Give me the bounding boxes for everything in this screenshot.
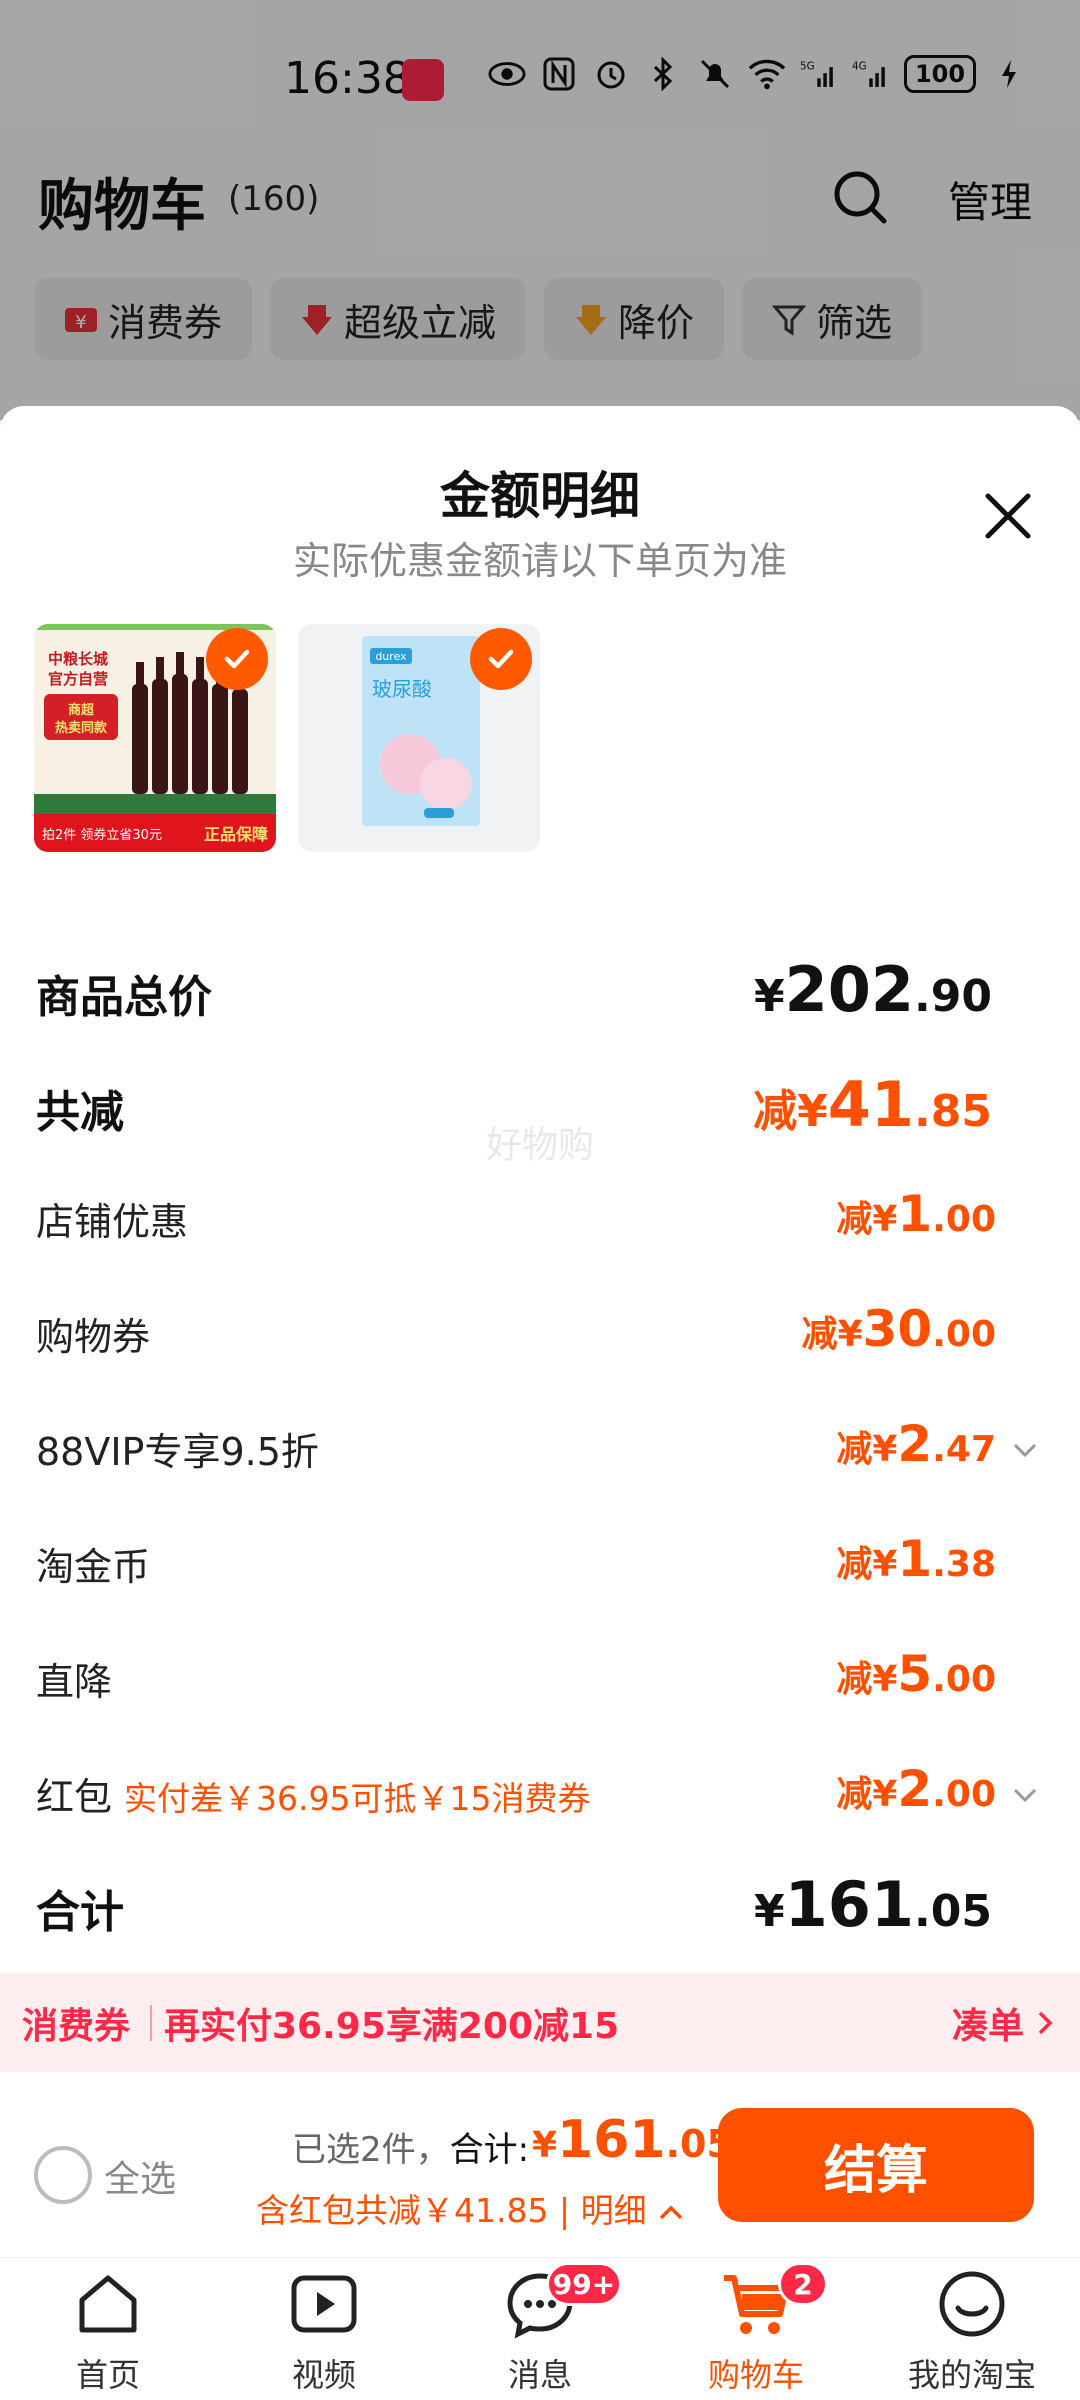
row-value: ¥161.05: [754, 1868, 992, 1941]
promo-tag: 消费券: [22, 2006, 131, 2047]
row-label: 合计: [36, 1887, 124, 1938]
cart-badge: 2: [778, 2262, 828, 2306]
profile-icon: [936, 2268, 1008, 2340]
row-value: 减¥1.38: [836, 1530, 996, 1588]
promo-text: 再实付36.95享满200减15: [164, 2006, 620, 2047]
tab-cart[interactable]: 2 购物车: [648, 2258, 864, 2400]
tab-messages[interactable]: 99+ 消息: [432, 2258, 648, 2400]
svg-text:热卖同款: 热卖同款: [55, 720, 108, 736]
row-store-discount: 店铺优惠 减¥1.00: [0, 1171, 1080, 1281]
row-label: 红包 实付差￥36.95可抵￥15消费券: [36, 1775, 591, 1819]
sheet-subtitle: 实际优惠金额请以下单页为准: [292, 539, 787, 583]
row-vip-discount[interactable]: 88VIP专享9.5折 减¥2.47: [0, 1401, 1080, 1511]
selected-products: 中粮长城 官方自营 商超 热卖同款 拍2件 领券立省30元 正品保障 durex…: [34, 624, 540, 852]
tab-profile[interactable]: 我的淘宝: [864, 2258, 1080, 2400]
video-icon: [288, 2268, 360, 2340]
product-thumbnail-wine[interactable]: 中粮长城 官方自营 商超 热卖同款 拍2件 领券立省30元 正品保障: [34, 624, 276, 852]
checkout-button[interactable]: 结算: [718, 2108, 1034, 2222]
tab-video[interactable]: 视频: [216, 2258, 432, 2400]
tab-label: 购物车: [707, 2356, 804, 2394]
row-label: 直降: [36, 1660, 113, 1704]
home-icon: [72, 2268, 144, 2340]
chevron-down-icon[interactable]: [1010, 1435, 1040, 1465]
modal-overlay[interactable]: [0, 0, 1080, 420]
row-label: 购物券: [36, 1315, 151, 1359]
selected-count: 已选2件，合计:: [292, 2130, 530, 2170]
checkout-bar: 全选 已选2件，合计: ¥161.05 含红包共减￥41.85 | 明细 结算: [0, 2072, 1080, 2257]
bottom-tab-bar: 首页 视频 99+ 消息 2 购物车 我的淘宝: [0, 2257, 1080, 2400]
checkout-total: ¥161.05: [532, 2110, 733, 2170]
row-value: 减¥2.47: [836, 1415, 996, 1473]
row-value: 减¥30.00: [801, 1300, 996, 1358]
row-total-discount: 共减 减¥41.85: [0, 1056, 1080, 1166]
row-shopping-voucher: 购物券 减¥30.00: [0, 1286, 1080, 1396]
cart-page-background: 16:38 5G 4G 100 购物车 (160) 管理 ¥ 消费券 超级立减: [0, 0, 1080, 420]
svg-text:商超: 商超: [68, 702, 95, 718]
checkmark-icon[interactable]: [470, 628, 532, 690]
row-direct-drop: 直降 减¥5.00: [0, 1631, 1080, 1741]
product-thumbnail-durex[interactable]: durex 玻尿酸: [298, 624, 540, 852]
wine-guarantee-text: 正品保障: [204, 825, 268, 844]
row-value: ¥202.90: [754, 953, 992, 1026]
row-label: 店铺优惠: [36, 1200, 189, 1244]
chevron-down-icon[interactable]: [1010, 1780, 1040, 1810]
select-all-radio[interactable]: [34, 2146, 92, 2204]
select-all-label[interactable]: 全选: [104, 2150, 176, 2202]
wine-brand-text: 中粮长城: [48, 650, 108, 668]
row-red-packet[interactable]: 红包 实付差￥36.95可抵￥15消费券 减¥2.00: [0, 1746, 1080, 1856]
durex-product-text: 玻尿酸: [372, 677, 432, 701]
row-value: 减¥41.85: [753, 1068, 992, 1141]
promo-banner[interactable]: 消费券 再实付36.95享满200减15 凑单: [0, 1973, 1080, 2073]
chevron-right-icon[interactable]: [1034, 2009, 1058, 2037]
tab-label: 消息: [507, 2356, 572, 2394]
row-value: 减¥5.00: [836, 1645, 996, 1703]
checkmark-icon[interactable]: [206, 628, 268, 690]
close-icon[interactable]: [978, 486, 1038, 546]
row-label: 淘金币: [36, 1545, 151, 1589]
wine-store-text: 官方自营: [48, 670, 108, 688]
savings-detail-link[interactable]: 含红包共减￥41.85 | 明细: [256, 2184, 685, 2232]
sheet-title: 金额明细: [440, 467, 640, 525]
tab-label: 首页: [75, 2356, 140, 2394]
chevron-up-icon: [659, 2205, 683, 2220]
message-badge: 99+: [546, 2262, 622, 2306]
row-grand-total: 合计 ¥161.05: [0, 1856, 1080, 1966]
red-packet-note: 实付差￥36.95可抵￥15消费券: [124, 1779, 591, 1818]
row-label: 88VIP专享9.5折: [36, 1430, 319, 1474]
tab-label: 视频: [291, 2356, 356, 2394]
divider: [150, 2005, 152, 2041]
tab-label: 我的淘宝: [907, 2356, 1036, 2394]
tab-home[interactable]: 首页: [0, 2258, 216, 2400]
wine-promo-text: 拍2件 领券立省30元: [42, 827, 162, 843]
row-item-total: 商品总价 ¥202.90: [0, 941, 1080, 1051]
durex-brand-text: durex: [375, 650, 407, 663]
row-taojinbi: 淘金币 减¥1.38: [0, 1516, 1080, 1626]
row-label: 共减: [36, 1087, 124, 1138]
row-value: 减¥2.00: [836, 1760, 996, 1818]
add-items-link[interactable]: 凑单: [952, 1997, 1024, 2049]
row-label: 商品总价: [36, 972, 212, 1023]
row-value: 减¥1.00: [836, 1185, 996, 1243]
